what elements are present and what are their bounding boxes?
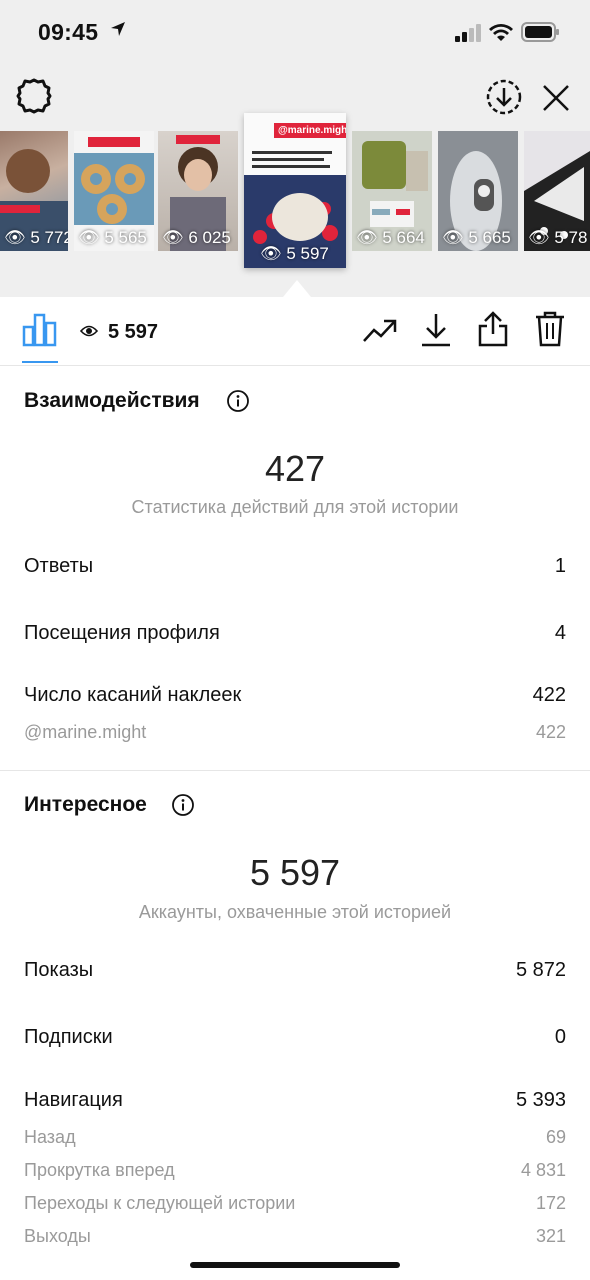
nav-back-label: Назад	[24, 1127, 76, 1147]
follows-label: Подписки	[24, 1026, 113, 1048]
nav-next-story-value: 172	[535, 1193, 566, 1213]
nav-next-story-label: Переходы к следующей истории	[24, 1193, 296, 1213]
download-icon[interactable]	[420, 312, 452, 348]
nav-forward-value: 4 831	[520, 1160, 566, 1180]
reach-caption: Аккаунты, охваченные этой историей	[138, 902, 452, 922]
views-count: 5 772	[30, 228, 68, 247]
thumbnail-views: 👁 5 78	[528, 228, 588, 247]
story-thumbnail[interactable]: 👁 5 665	[438, 131, 518, 251]
thumbnail-views: 👁 5 664	[356, 228, 425, 247]
location-arrow-icon	[111, 22, 125, 36]
promote-trend-icon[interactable]	[362, 317, 398, 345]
replies-value: 1	[554, 555, 566, 577]
nav-exits-value: 321	[535, 1226, 566, 1246]
sticker-mention-label: @marine.might	[24, 722, 147, 742]
discovery-title: Интересное	[24, 793, 147, 816]
thumbnail-views: 👁 5 597	[260, 244, 329, 263]
bar-chart-icon[interactable]	[22, 313, 58, 347]
close-icon[interactable]	[539, 81, 573, 115]
share-icon[interactable]	[477, 310, 509, 348]
nav-exits-label: Выходы	[24, 1226, 91, 1246]
views-count: 6 025	[188, 228, 231, 247]
battery-icon	[521, 22, 559, 42]
views-count: 5 565	[104, 228, 147, 247]
thumbnail-views: 👁 6 025	[162, 228, 231, 247]
story-thumbnail[interactable]: 👁 5 78	[524, 131, 590, 251]
sticker-taps-label: Число касаний наклеек	[24, 684, 242, 706]
profile-visits-label: Посещения профиля	[24, 622, 220, 644]
settings-gear-icon[interactable]	[14, 76, 54, 116]
cellular-signal-icon	[455, 24, 481, 42]
home-indicator[interactable]	[190, 1262, 400, 1268]
replies-label: Ответы	[24, 555, 94, 577]
reach-total: 5 597	[249, 852, 341, 893]
story-thumbnail[interactable]: 👁 5 664	[352, 131, 432, 251]
story-thumbnail[interactable]: 👁 5 565	[74, 131, 154, 251]
story-preview-area: 09:45 👁 5 77 👁 5 565 👁 6 025 @marine.mig…	[0, 0, 590, 297]
info-icon[interactable]	[227, 390, 249, 412]
nav-back-value: 69	[545, 1127, 566, 1147]
views-count: 5 665	[468, 228, 511, 247]
delete-trash-icon[interactable]	[534, 310, 566, 348]
story-thumbnail[interactable]: 👁 5 772	[0, 131, 68, 251]
views-count: 5 597	[286, 244, 329, 263]
story-tag: @marine.might	[274, 123, 346, 138]
impressions-label: Показы	[24, 959, 94, 981]
status-bar: 09:45	[0, 0, 590, 64]
save-story-download-icon[interactable]	[485, 78, 523, 116]
follows-value: 0	[554, 1026, 566, 1048]
insights-toolbar: 5 597	[0, 297, 590, 366]
thumbnail-views: 👁 5 565	[78, 228, 147, 247]
navigation-value: 5 393	[515, 1089, 566, 1111]
impressions-value: 5 872	[515, 959, 566, 981]
nav-forward-label: Прокрутка вперед	[24, 1160, 175, 1180]
sticker-mention-value: 422	[535, 722, 566, 742]
thumbnail-views: 👁 5 772	[4, 228, 68, 248]
views-count: 5 597	[108, 321, 159, 343]
active-tab-indicator	[22, 361, 58, 363]
info-icon[interactable]	[172, 794, 194, 816]
clock: 09:45	[38, 19, 99, 45]
interactions-total: 427	[264, 448, 326, 489]
views-count: 5 78	[554, 228, 588, 247]
interactions-title: Взаимодействия	[24, 389, 200, 412]
views-count: 5 664	[382, 228, 425, 247]
sticker-taps-value: 422	[532, 684, 566, 706]
story-thumbnail[interactable]: 👁 6 025	[158, 131, 238, 251]
selected-pointer	[283, 280, 311, 297]
thumbnail-views: 👁 5 665	[442, 228, 511, 247]
eye-icon	[80, 325, 98, 337]
story-thumbnail-selected[interactable]: @marine.might 👁 5 597	[244, 113, 346, 268]
section-divider	[0, 770, 590, 771]
profile-visits-value: 4	[554, 622, 566, 644]
wifi-icon	[489, 24, 513, 41]
navigation-label: Навигация	[24, 1089, 123, 1111]
interactions-caption: Статистика действий для этой истории	[131, 497, 459, 517]
